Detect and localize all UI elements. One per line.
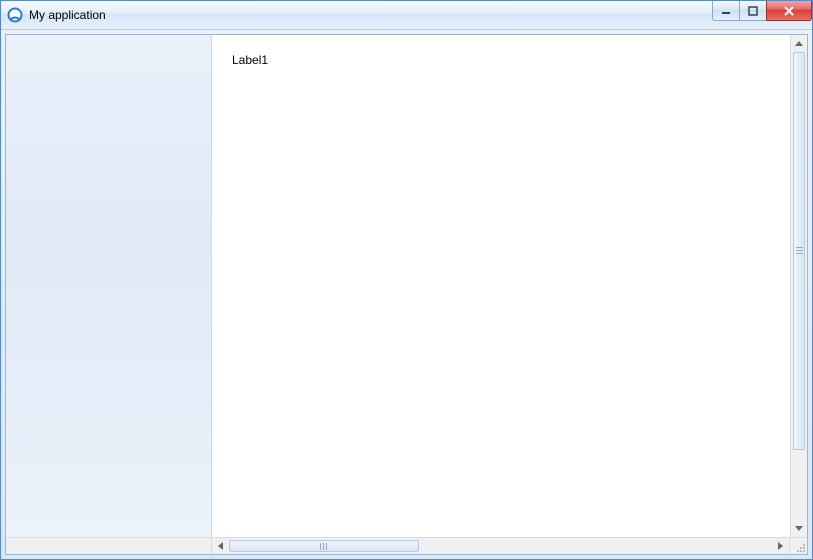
- resize-grip-icon: [795, 542, 807, 554]
- app-icon: [7, 7, 23, 23]
- close-button[interactable]: [766, 1, 812, 21]
- horizontal-scroll-thumb[interactable]: [229, 540, 419, 552]
- horizontal-scroll-track[interactable]: [229, 538, 772, 554]
- content-panel: Label1: [212, 35, 790, 537]
- scroll-right-button[interactable]: [772, 538, 789, 554]
- minimize-button[interactable]: [712, 1, 740, 21]
- client-inner: Label1: [6, 35, 807, 537]
- label1: Label1: [232, 53, 268, 67]
- window-title: My application: [29, 7, 106, 23]
- side-panel: [6, 35, 212, 537]
- close-icon: [783, 6, 795, 16]
- client-area: Label1: [5, 34, 808, 555]
- window-controls: [713, 1, 812, 21]
- chevron-up-icon: [795, 41, 803, 46]
- resize-grip[interactable]: [789, 538, 807, 554]
- maximize-button[interactable]: [739, 1, 767, 21]
- horizontal-scrollbar[interactable]: [6, 537, 807, 554]
- scroll-left-button[interactable]: [212, 538, 229, 554]
- vertical-scrollbar[interactable]: [790, 35, 807, 537]
- scroll-down-button[interactable]: [791, 520, 807, 537]
- application-window: My application Label1: [0, 0, 813, 560]
- maximize-icon: [748, 6, 758, 16]
- titlebar[interactable]: My application: [1, 1, 812, 30]
- minimize-icon: [721, 6, 731, 16]
- scroll-up-button[interactable]: [791, 35, 807, 52]
- chevron-left-icon: [218, 542, 223, 550]
- hscroll-spacer: [6, 538, 212, 554]
- chevron-down-icon: [795, 526, 803, 531]
- vertical-scroll-thumb[interactable]: [793, 52, 805, 450]
- content-wrap: Label1: [212, 35, 807, 537]
- grip-icon: [320, 543, 328, 550]
- chevron-right-icon: [778, 542, 783, 550]
- vertical-scroll-track[interactable]: [791, 52, 807, 520]
- grip-icon: [796, 247, 803, 255]
